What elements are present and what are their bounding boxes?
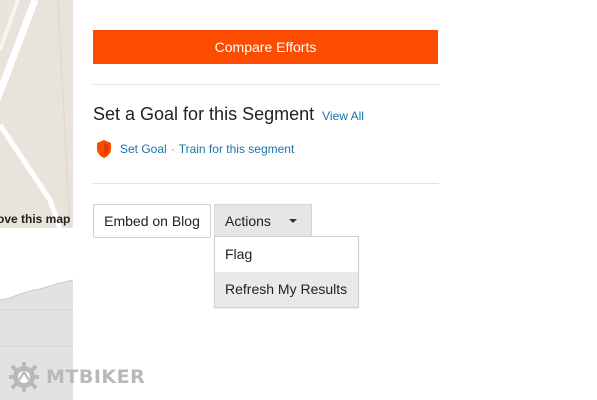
actions-button-label: Actions <box>225 213 271 229</box>
actions-dropdown-button[interactable]: Actions <box>214 204 312 237</box>
train-segment-link[interactable]: Train for this segment <box>179 142 295 156</box>
map-link[interactable]: ove this map <box>0 211 73 228</box>
link-separator: · <box>170 142 175 156</box>
compare-efforts-button[interactable]: Compare Efforts <box>93 30 438 64</box>
set-goal-link[interactable]: Set Goal <box>120 142 167 156</box>
menu-item-flag[interactable]: Flag <box>215 237 358 272</box>
divider <box>93 183 439 184</box>
watermark-text: MTBIKER <box>46 366 146 388</box>
goal-actions: Set Goal · Train for this segment <box>95 139 294 159</box>
goal-section-title: Set a Goal for this Segment <box>93 104 315 124</box>
actions-menu: Flag Refresh My Results <box>214 236 359 308</box>
view-all-link[interactable]: View All <box>322 109 364 123</box>
embed-on-blog-button[interactable]: Embed on Blog <box>93 204 211 238</box>
menu-item-refresh-results[interactable]: Refresh My Results <box>215 272 358 307</box>
shield-icon <box>97 140 111 158</box>
gear-icon <box>9 362 39 392</box>
divider <box>93 84 439 85</box>
map-roads <box>0 0 71 228</box>
goal-section-header: Set a Goal for this Segment View All <box>93 104 364 128</box>
caret-down-icon <box>289 219 297 223</box>
map-panel[interactable]: ove this map <box>0 0 73 400</box>
watermark: MTBIKER <box>8 360 145 394</box>
